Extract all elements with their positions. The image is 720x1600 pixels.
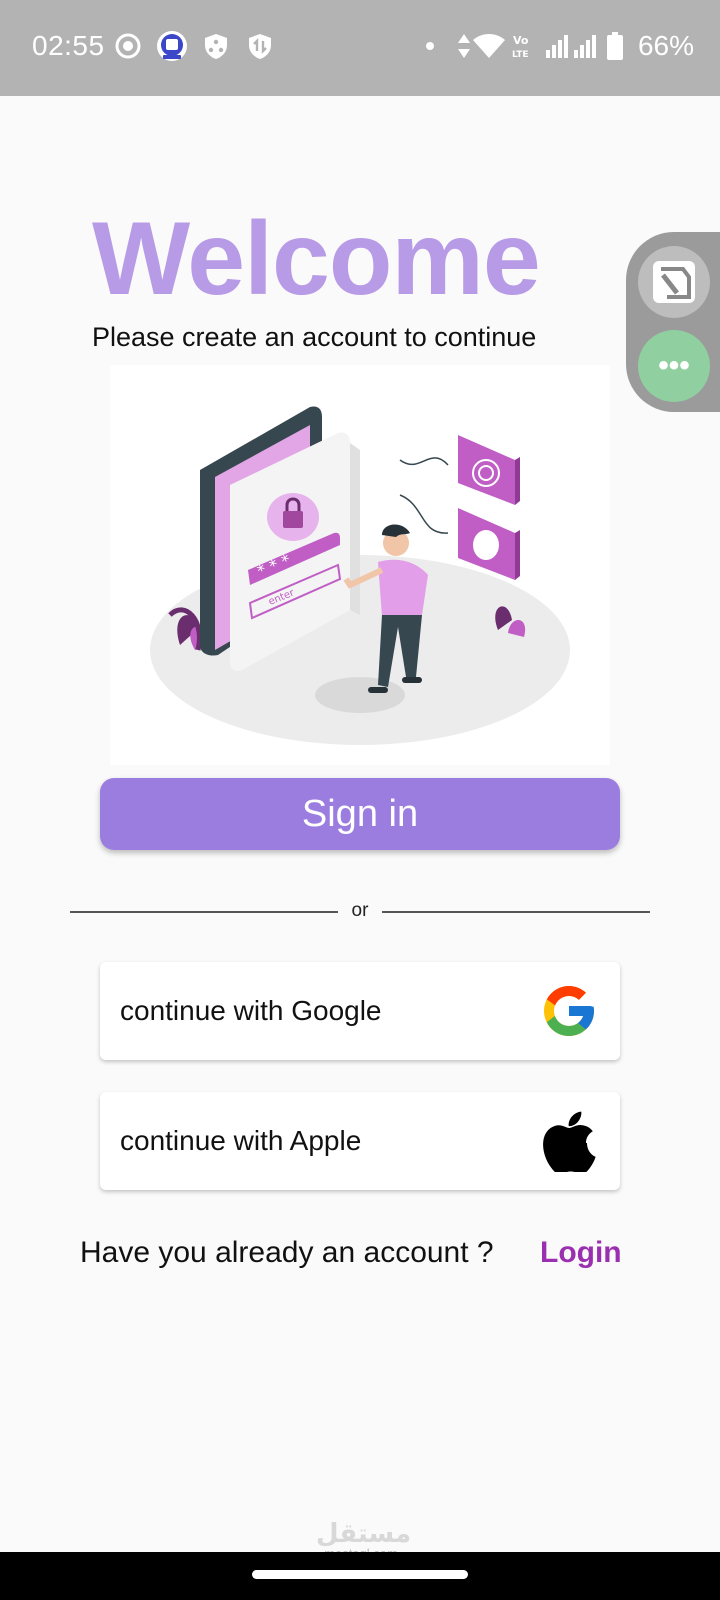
vpn-shield-icon (246, 32, 274, 60)
login-illustration: * * * enter (110, 365, 610, 765)
signin-button[interactable]: Sign in (100, 778, 620, 850)
battery-icon (606, 32, 624, 60)
divider-line-right (382, 911, 650, 913)
volte-icon: Vo LTE (512, 32, 536, 60)
google-button-label: continue with Google (120, 995, 382, 1026)
battery-percent: 66% (637, 30, 694, 61)
login-prompt: Have you already an account ? (80, 1236, 494, 1269)
status-bar: 02:55 Vo LTE 66% (0, 0, 720, 96)
subtitle: Please create an account to continue (92, 322, 537, 352)
signal-icon (574, 32, 598, 60)
continue-google-button[interactable]: continue with Google (100, 962, 620, 1060)
continue-apple-button[interactable]: continue with Apple (100, 1092, 620, 1190)
apple-icon (538, 1110, 600, 1172)
floating-bubble-panel: ••• (626, 232, 720, 412)
home-indicator[interactable] (252, 1570, 468, 1579)
navigation-bar (0, 1552, 720, 1600)
dot-icon (424, 32, 436, 60)
svg-text:LTE: LTE (512, 50, 529, 60)
login-link[interactable]: Login (540, 1236, 622, 1270)
floating-app-icon[interactable] (638, 246, 710, 318)
app-badge-icon (156, 30, 188, 62)
welcome-title: Welcome (92, 201, 541, 317)
svg-text:Vo: Vo (513, 34, 529, 47)
screen-record-icon (114, 32, 142, 60)
watermark-logo: مستقل (316, 1518, 412, 1548)
google-icon (538, 980, 600, 1042)
signal-icon (546, 32, 570, 60)
wifi-icon (472, 32, 506, 60)
more-icon[interactable]: ••• (638, 330, 710, 402)
or-divider: or (70, 896, 650, 926)
status-time: 02:55 (32, 30, 105, 61)
apple-button-label: continue with Apple (120, 1125, 362, 1156)
vpn-shield-icon (202, 32, 230, 60)
data-activity-icon (456, 32, 472, 60)
